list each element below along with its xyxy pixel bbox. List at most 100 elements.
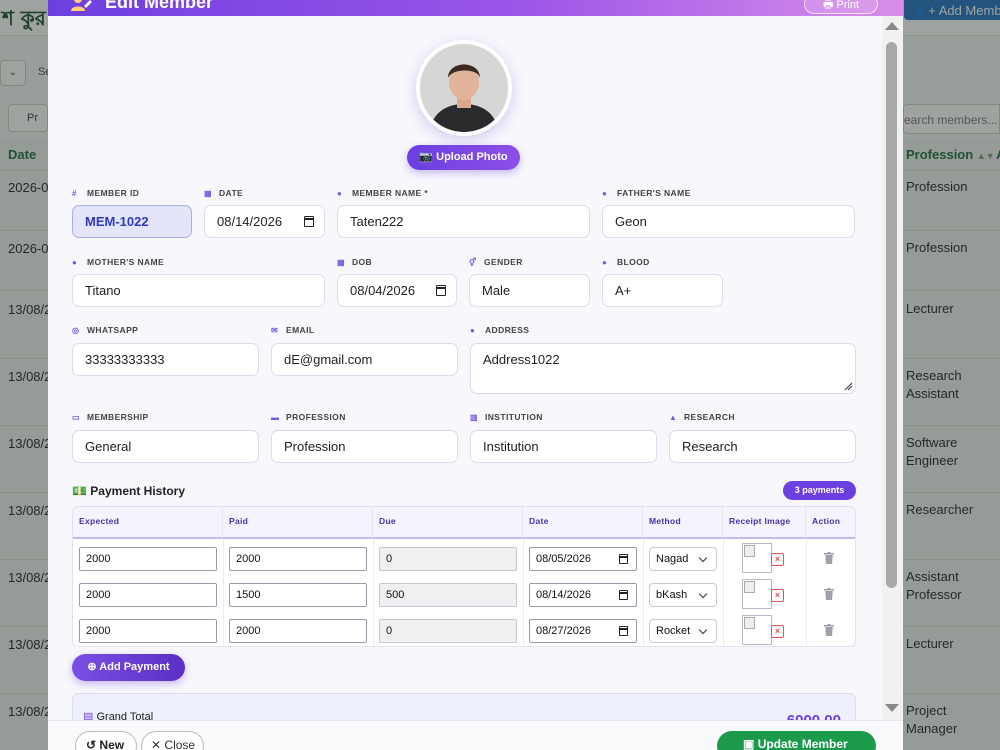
chevron-down-icon	[698, 553, 708, 563]
user-icon: ●	[337, 189, 343, 198]
dob-label: ▦ DOB	[337, 257, 373, 267]
email-label: ✉ Email	[271, 325, 315, 335]
research-field[interactable]: Research	[669, 430, 856, 463]
email-field[interactable]: dE@gmail.com	[271, 343, 458, 376]
paid-input[interactable]: 2000	[229, 619, 367, 643]
trash-icon[interactable]	[824, 624, 834, 636]
due-input: 0	[379, 619, 517, 643]
date-value: 08/14/2026	[217, 214, 283, 229]
flask-icon: ▲	[669, 413, 678, 422]
member-id-field[interactable]: MEM-1022	[72, 205, 192, 238]
receipt-image[interactable]	[742, 615, 772, 645]
paid-input[interactable]: 1500	[229, 583, 367, 607]
map-pin-icon: ●	[470, 326, 476, 335]
mothers-name-field[interactable]: Titano	[72, 274, 325, 307]
method-value: Rocket	[656, 625, 691, 637]
address-field[interactable]: Address1022	[470, 343, 856, 394]
calendar-picker-icon[interactable]	[619, 554, 628, 564]
receipt-image[interactable]	[742, 579, 772, 609]
receipt-image[interactable]	[742, 543, 772, 573]
calendar-picker-icon[interactable]	[619, 626, 628, 636]
chevron-down-icon	[698, 589, 708, 599]
remove-receipt-icon[interactable]: ×	[771, 589, 784, 602]
column-header-action: Action	[806, 507, 855, 539]
trash-icon[interactable]	[824, 552, 834, 564]
payment-date-input[interactable]: 08/14/2026	[529, 583, 637, 607]
payment-date-value: 08/14/2026	[536, 589, 592, 601]
add-payment-label: Add Payment	[99, 661, 170, 673]
remove-receipt-icon[interactable]: ×	[771, 553, 784, 566]
dob-field[interactable]: 08/04/2026	[337, 274, 457, 307]
save-icon: ▣	[743, 737, 755, 750]
member-name-field[interactable]: Taten222	[337, 205, 590, 238]
edit-member-modal: Edit Member 🖶 Print 📷 Upload Photo # Memb…	[48, 0, 903, 750]
id-card-icon: ▭	[72, 413, 80, 422]
gender-field[interactable]: Male	[469, 274, 590, 307]
profession-label: ▬ Profession	[271, 412, 346, 422]
expected-input[interactable]: 2000	[79, 619, 217, 643]
paid-input[interactable]: 2000	[229, 547, 367, 571]
payment-date-input[interactable]: 08/27/2026	[529, 619, 637, 643]
whatsapp-label: ◎ WhatsApp	[72, 325, 139, 335]
scroll-down-arrow-icon[interactable]	[885, 704, 899, 712]
resize-handle-icon[interactable]	[843, 381, 853, 391]
method-select[interactable]: Rocket	[649, 619, 717, 643]
calendar-picker-icon[interactable]	[436, 285, 446, 296]
due-input: 500	[379, 583, 517, 607]
user-icon: ●	[72, 258, 78, 267]
fathers-name-field[interactable]: Geon	[602, 205, 855, 238]
method-select[interactable]: bKash	[649, 583, 717, 607]
payment-date-input[interactable]: 08/05/2026	[529, 547, 637, 571]
remove-receipt-icon[interactable]: ×	[771, 625, 784, 638]
dob-value: 08/04/2026	[350, 283, 416, 298]
new-label: New	[99, 738, 125, 750]
scroll-up-arrow-icon[interactable]	[885, 22, 899, 30]
mothers-name-label: ● Mother's Name	[72, 257, 165, 267]
institution-label: ▥ Institution	[470, 412, 543, 422]
chevron-down-icon	[698, 625, 708, 635]
money-icon: 💵	[72, 484, 87, 498]
update-member-button[interactable]: ▣ Update Member	[717, 731, 876, 750]
user-icon: ●	[602, 189, 608, 198]
column-header-date: Date	[523, 507, 643, 539]
building-icon: ▥	[470, 413, 478, 422]
method-select[interactable]: Nagad	[649, 547, 717, 571]
briefcase-icon: ▬	[271, 413, 280, 422]
upload-photo-button[interactable]: 📷 Upload Photo	[407, 145, 520, 170]
blood-field[interactable]: A+	[602, 274, 723, 307]
expected-input[interactable]: 2000	[79, 583, 217, 607]
date-field[interactable]: 08/14/2026	[204, 205, 325, 238]
envelope-icon: ✉	[271, 326, 279, 335]
method-value: bKash	[656, 589, 688, 601]
research-label: ▲ Research	[669, 412, 735, 422]
upload-photo-label: Upload Photo	[436, 151, 508, 163]
new-button[interactable]: ↺ New	[75, 731, 137, 750]
expected-input[interactable]: 2000	[79, 547, 217, 571]
gender-label: ⚥ Gender	[469, 257, 523, 267]
print-button[interactable]: 🖶 Print	[804, 0, 878, 14]
address-label: ● Address	[470, 325, 530, 335]
institution-field[interactable]: Institution	[470, 430, 657, 463]
add-payment-button[interactable]: ⊕ Add Payment	[72, 654, 185, 681]
calendar-picker-icon[interactable]	[619, 590, 628, 600]
calendar-picker-icon[interactable]	[304, 216, 314, 227]
method-value: Nagad	[656, 553, 689, 565]
column-header-method: Method	[643, 507, 723, 539]
scrollbar-thumb[interactable]	[886, 42, 897, 588]
due-input: 0	[379, 547, 517, 571]
profession-field[interactable]: Profession	[271, 430, 458, 463]
column-header-expected: Expected	[73, 507, 223, 539]
trash-icon[interactable]	[824, 588, 834, 600]
membership-label: ▭ Membership	[72, 412, 149, 422]
update-member-label: Update Member	[757, 737, 848, 750]
whatsapp-icon: ◎	[72, 326, 80, 335]
calendar-icon: ▦	[337, 258, 345, 267]
payment-date-value: 08/05/2026	[536, 553, 592, 565]
payment-history-title: 💵 Payment History	[72, 484, 185, 498]
close-button[interactable]: ✕ Close	[141, 731, 204, 750]
plus-circle-icon: ⊕	[87, 661, 97, 673]
whatsapp-field[interactable]: 33333333333	[72, 343, 259, 376]
payment-date-value: 08/27/2026	[536, 625, 592, 637]
payment-count-badge: 3 payments	[783, 481, 856, 500]
membership-field[interactable]: General	[72, 430, 259, 463]
